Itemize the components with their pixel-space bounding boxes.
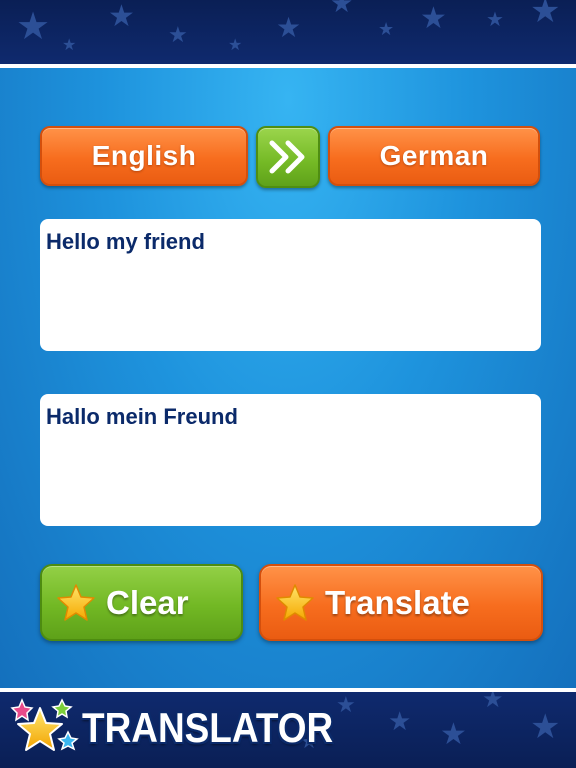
bg-star-icon: ★ (168, 22, 188, 47)
source-language-button[interactable]: English (40, 126, 248, 186)
source-language-label: English (91, 140, 197, 171)
bg-star-icon: ★ (228, 37, 243, 54)
translated-text: Hallo mein Freund (46, 404, 238, 429)
bg-star-icon: ★ (530, 708, 561, 746)
source-text: Hello my friend (46, 229, 205, 254)
target-language-label: German (379, 140, 489, 171)
clear-label: Clear (106, 583, 189, 621)
bg-star-icon: ★ (108, 0, 135, 33)
bg-star-icon: ★ (440, 718, 467, 751)
app-logo-text: TRANSLATOR (82, 704, 334, 751)
star-icon (57, 583, 95, 621)
bg-star-icon: ★ (530, 0, 561, 30)
bg-star-icon: ★ (482, 692, 504, 713)
clear-button[interactable]: Clear (40, 564, 243, 641)
swap-languages-button[interactable] (256, 126, 320, 188)
translate-button[interactable]: Translate (259, 564, 543, 641)
bg-star-icon: ★ (420, 2, 447, 35)
logo-stars-icon (10, 698, 79, 751)
translator-screen: ★ ★ ★ ★ ★ ★ ★ ★ ★ ★ ★ English German Hel… (0, 0, 576, 768)
bg-star-icon: ★ (276, 12, 302, 43)
bg-star-icon: ★ (388, 706, 412, 736)
translated-text-output: Hallo mein Freund (40, 394, 541, 526)
bg-star-icon: ★ (16, 6, 51, 48)
translate-label: Translate (325, 583, 470, 621)
double-chevron-right-icon (269, 140, 305, 174)
bg-star-icon: ★ (378, 19, 395, 39)
source-text-input[interactable]: Hello my friend (40, 219, 541, 351)
top-star-band: ★ ★ ★ ★ ★ ★ ★ ★ ★ ★ ★ (0, 0, 576, 64)
bg-star-icon: ★ (330, 0, 354, 18)
bg-star-icon: ★ (336, 692, 356, 717)
star-icon (276, 583, 314, 621)
bg-star-icon: ★ (486, 9, 504, 31)
bg-star-icon: ★ (62, 37, 77, 54)
target-language-button[interactable]: German (328, 126, 540, 186)
